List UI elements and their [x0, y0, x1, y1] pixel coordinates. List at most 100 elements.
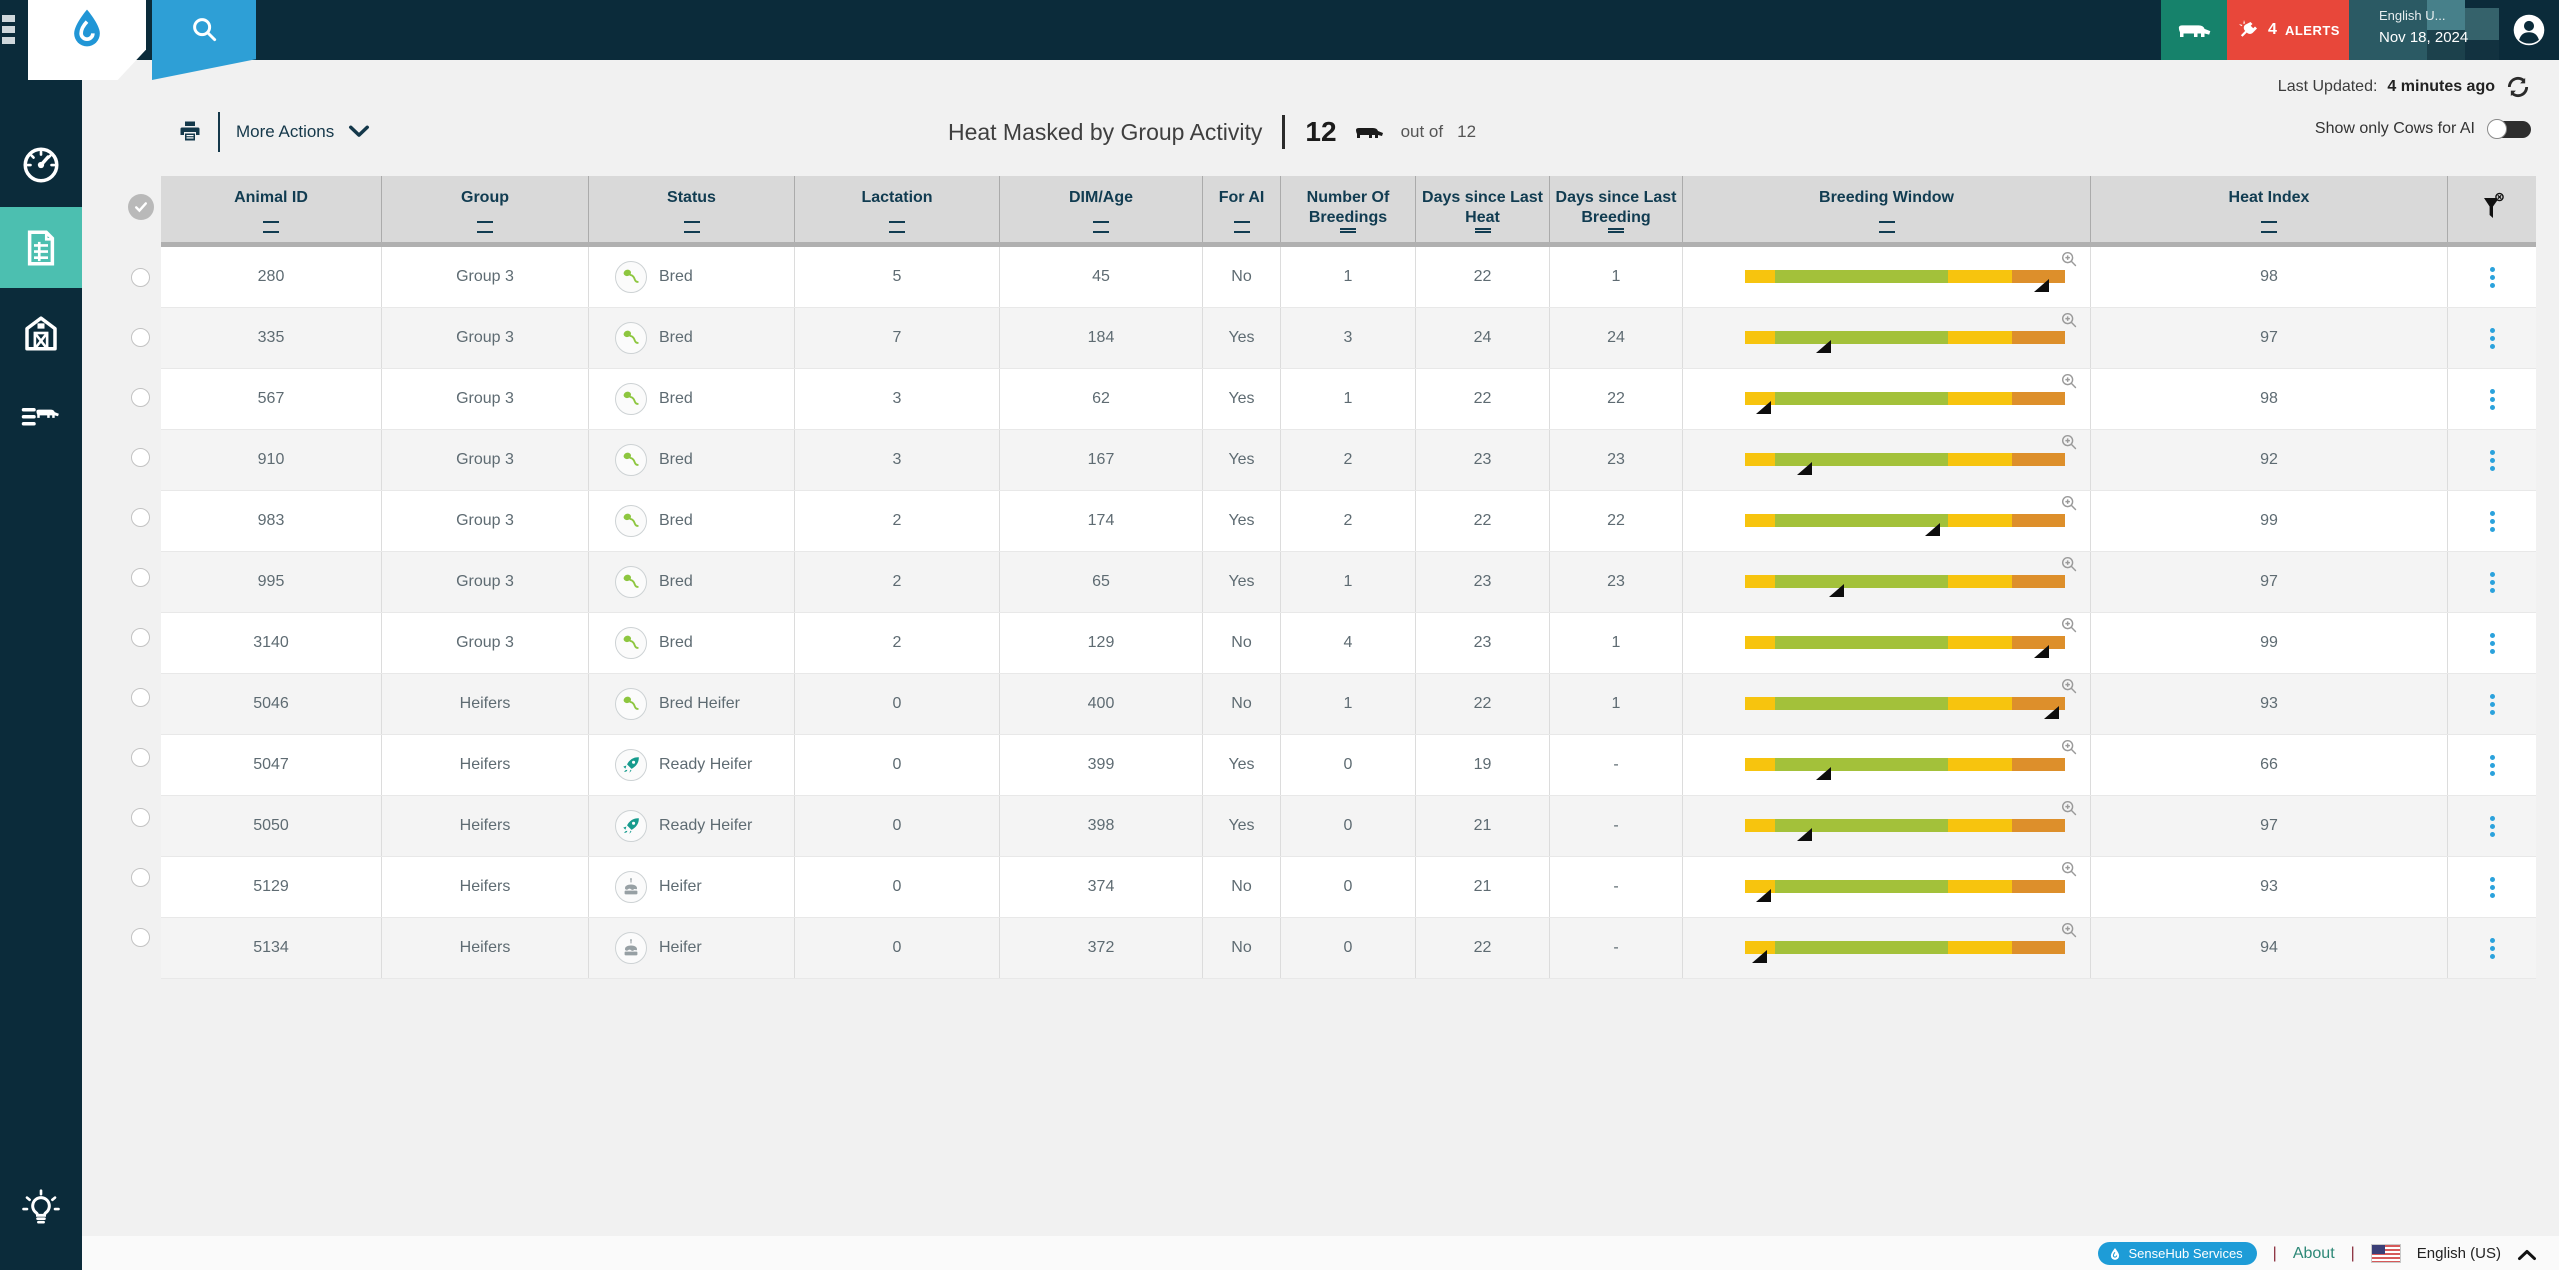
table-row[interactable]: 280Group 3Bred545No122198 [161, 247, 2536, 308]
column-menu-icon[interactable] [1879, 221, 1895, 233]
zoom-in-icon[interactable] [2060, 494, 2078, 512]
zoom-in-icon[interactable] [2060, 677, 2078, 695]
column-label[interactable]: Days since Last Heat [1420, 188, 1545, 228]
column-label[interactable]: Animal ID [234, 188, 308, 208]
column-menu-icon[interactable] [1475, 228, 1491, 233]
refresh-icon[interactable] [2505, 74, 2531, 100]
about-link[interactable]: About [2293, 1245, 2335, 1263]
column-menu-icon[interactable] [263, 221, 279, 233]
row-menu-icon[interactable] [2484, 688, 2501, 721]
row-select-radio[interactable] [131, 688, 150, 707]
cell-value: 5 [893, 268, 902, 286]
row-menu-icon[interactable] [2484, 566, 2501, 599]
column-label[interactable]: For AI [1219, 188, 1265, 208]
row-menu-icon[interactable] [2484, 810, 2501, 843]
table-row[interactable]: 567Group 3Bred362Yes1222298 [161, 369, 2536, 430]
row-menu-icon[interactable] [2484, 932, 2501, 965]
zoom-in-icon[interactable] [2060, 372, 2078, 390]
chevron-up-icon[interactable] [2517, 1248, 2537, 1260]
app-logo[interactable] [28, 0, 146, 80]
column-label[interactable]: DIM/Age [1069, 188, 1133, 208]
sidebar-item-farm[interactable] [0, 292, 82, 373]
row-select-radio[interactable] [131, 328, 150, 347]
column-label[interactable]: Days since Last Breeding [1554, 188, 1678, 228]
table-row[interactable]: 3140Group 3Bred2129No423199 [161, 613, 2536, 674]
filter-icon[interactable] [2479, 192, 2505, 227]
bw-segment-late [2012, 758, 2065, 771]
zoom-in-icon[interactable] [2060, 799, 2078, 817]
cell-heat-index: 66 [2091, 735, 2448, 795]
search-button[interactable] [152, 0, 256, 80]
column-menu-icon[interactable] [889, 221, 905, 233]
row-select-radio[interactable] [131, 748, 150, 767]
row-menu-icon[interactable] [2484, 871, 2501, 904]
column-menu-icon[interactable] [1234, 221, 1250, 233]
account-button[interactable] [2499, 0, 2559, 60]
row-select-radio[interactable] [131, 388, 150, 407]
bw-segment-optimal [1775, 575, 1948, 588]
table-row[interactable]: 5047HeifersReady Heifer0399Yes019-66 [161, 735, 2536, 796]
column-label[interactable]: Heat Index [2229, 188, 2310, 208]
column-menu-icon[interactable] [1608, 228, 1624, 233]
table-row[interactable]: 5129HeifersHeifer0374No021-93 [161, 857, 2536, 918]
chevron-down-icon[interactable] [348, 125, 370, 139]
print-icon[interactable] [178, 119, 204, 145]
column-menu-icon[interactable] [2261, 221, 2277, 233]
zoom-in-icon[interactable] [2060, 616, 2078, 634]
more-actions-button[interactable]: More Actions [236, 122, 334, 142]
column-label[interactable]: Lactation [861, 188, 932, 208]
top-bar: 4 ALERTS English U... Nov 18, 2024 [0, 0, 2559, 60]
show-only-cows-toggle[interactable] [2489, 121, 2531, 138]
menu-icon[interactable] [2, 15, 18, 47]
row-select-radio[interactable] [131, 928, 150, 947]
zoom-in-icon[interactable] [2060, 860, 2078, 878]
sidebar-item-tips[interactable] [0, 1168, 82, 1249]
table-row[interactable]: 335Group 3Bred7184Yes3242497 [161, 308, 2536, 369]
zoom-in-icon[interactable] [2060, 250, 2078, 268]
cell-value: Yes [1228, 451, 1254, 469]
row-select-radio[interactable] [131, 268, 150, 287]
sidebar-item-dashboard[interactable] [0, 124, 82, 205]
row-select-radio[interactable] [131, 808, 150, 827]
zoom-in-icon[interactable] [2060, 555, 2078, 573]
row-menu-icon[interactable] [2484, 383, 2501, 416]
sensehub-services-button[interactable]: SenseHub Services [2098, 1242, 2257, 1265]
table-row[interactable]: 5050HeifersReady Heifer0398Yes021-97 [161, 796, 2536, 857]
row-select-radio[interactable] [131, 868, 150, 887]
column-menu-icon[interactable] [477, 221, 493, 233]
zoom-in-icon[interactable] [2060, 433, 2078, 451]
cow-count-button[interactable] [2161, 0, 2227, 60]
column-label[interactable]: Number Of Breedings [1285, 188, 1411, 228]
row-menu-icon[interactable] [2484, 322, 2501, 355]
table-row[interactable]: 983Group 3Bred2174Yes2222299 [161, 491, 2536, 552]
table-row[interactable]: 910Group 3Bred3167Yes2232392 [161, 430, 2536, 491]
alerts-button[interactable]: 4 ALERTS [2227, 0, 2349, 60]
column-menu-icon[interactable] [1340, 228, 1356, 233]
sidebar-item-settings[interactable] [0, 1246, 82, 1270]
column-label[interactable]: Group [461, 188, 509, 208]
table-row[interactable]: 5046HeifersBred Heifer0400No122193 [161, 674, 2536, 735]
cell-breeding-window [1683, 552, 2091, 612]
row-menu-icon[interactable] [2484, 749, 2501, 782]
table-row[interactable]: 995Group 3Bred265Yes1232397 [161, 552, 2536, 613]
row-select-radio[interactable] [131, 508, 150, 527]
locale-display[interactable]: English U... Nov 18, 2024 [2349, 0, 2499, 60]
zoom-in-icon[interactable] [2060, 738, 2078, 756]
row-menu-icon[interactable] [2484, 444, 2501, 477]
column-menu-icon[interactable] [684, 221, 700, 233]
row-menu-icon[interactable] [2484, 505, 2501, 538]
row-select-radio[interactable] [131, 628, 150, 647]
row-menu-icon[interactable] [2484, 627, 2501, 660]
row-select-radio[interactable] [131, 568, 150, 587]
column-label[interactable]: Status [667, 188, 716, 208]
select-all-button[interactable] [128, 194, 154, 220]
sidebar-item-sorting[interactable] [0, 374, 82, 455]
row-menu-icon[interactable] [2484, 261, 2501, 294]
row-select-radio[interactable] [131, 448, 150, 467]
column-menu-icon[interactable] [1093, 221, 1109, 233]
zoom-in-icon[interactable] [2060, 921, 2078, 939]
zoom-in-icon[interactable] [2060, 311, 2078, 329]
table-row[interactable]: 5134HeifersHeifer0372No022-94 [161, 918, 2536, 979]
sidebar-item-reports[interactable] [0, 207, 82, 288]
column-label[interactable]: Breeding Window [1819, 188, 1954, 208]
